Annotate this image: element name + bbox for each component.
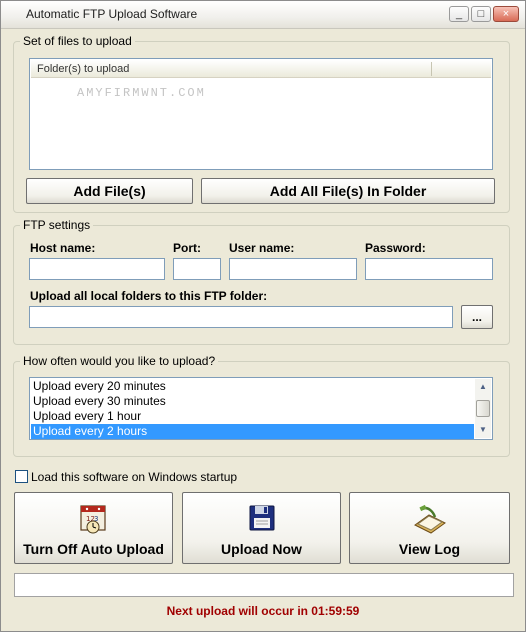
turn-off-auto-upload-button[interactable]: 12 3 Turn Off Auto Upload	[14, 492, 173, 564]
user-name-input[interactable]	[229, 258, 357, 280]
ftp-folder-input[interactable]	[29, 306, 453, 328]
port-label: Port:	[173, 241, 201, 255]
files-group-legend: Set of files to upload	[20, 34, 135, 48]
upload-now-label: Upload Now	[221, 541, 302, 557]
ftp-settings-legend: FTP settings	[20, 218, 94, 232]
frequency-legend: How often would you like to upload?	[20, 354, 219, 368]
window-title: Automatic FTP Upload Software	[26, 7, 198, 21]
listview-header: Folder(s) to upload	[31, 60, 491, 78]
minimize-icon: _	[455, 8, 463, 20]
password-input[interactable]	[365, 258, 493, 280]
user-name-label: User name:	[229, 241, 295, 255]
add-files-button[interactable]: Add File(s)	[26, 178, 193, 204]
calendar-clock-icon: 12 3	[79, 505, 106, 534]
frequency-option[interactable]: Upload every 20 minutes	[31, 379, 474, 394]
next-upload-status: Next upload will occur in 01:59:59	[166, 604, 360, 618]
add-all-files-button[interactable]: Add All File(s) In Folder	[201, 178, 495, 204]
startup-label[interactable]: Load this software on Windows startup	[31, 470, 237, 484]
browse-button[interactable]: ...	[461, 305, 493, 329]
listbox-scrollbar[interactable]: ▲ ▼	[475, 379, 491, 438]
maximize-icon: □	[477, 8, 485, 20]
frequency-option[interactable]: Upload every 30 minutes	[31, 394, 474, 409]
column-separator[interactable]	[431, 62, 432, 76]
column-header-folders[interactable]: Folder(s) to upload	[31, 60, 431, 78]
close-icon: ×	[502, 8, 510, 20]
scroll-up-icon[interactable]: ▲	[475, 379, 491, 395]
turn-off-label: Turn Off Auto Upload	[23, 541, 164, 557]
title-bar[interactable]: Automatic FTP Upload Software _ □ ×	[1, 1, 525, 29]
port-input[interactable]	[173, 258, 221, 280]
watermark: AMYFIRMWNT.COM	[77, 86, 206, 100]
scroll-down-icon[interactable]: ▼	[475, 422, 491, 438]
host-name-input[interactable]	[29, 258, 165, 280]
startup-checkbox[interactable]	[15, 470, 28, 483]
app-window: Automatic FTP Upload Software _ □ × Set …	[0, 0, 526, 632]
window-controls: _ □ ×	[449, 6, 519, 22]
frequency-options: Upload every 20 minutes Upload every 30 …	[31, 379, 474, 439]
close-button[interactable]: ×	[493, 6, 519, 22]
scroll-thumb[interactable]	[476, 400, 490, 417]
minimize-button[interactable]: _	[449, 6, 469, 22]
frequency-listbox[interactable]: Upload every 20 minutes Upload every 30 …	[29, 377, 493, 440]
upload-now-button[interactable]: Upload Now	[182, 492, 341, 564]
view-log-label: View Log	[398, 541, 461, 557]
log-book-icon	[413, 504, 446, 534]
ftp-folder-label: Upload all local folders to this FTP fol…	[30, 289, 268, 303]
host-name-label: Host name:	[30, 241, 96, 255]
frequency-option[interactable]: Upload every 1 hour	[31, 409, 474, 424]
view-log-button[interactable]: View Log	[349, 492, 510, 564]
status-field	[14, 573, 514, 597]
folders-listview[interactable]: Folder(s) to upload	[29, 58, 493, 170]
password-label: Password:	[365, 241, 426, 255]
client-area: Set of files to upload Folder(s) to uplo…	[1, 29, 525, 631]
maximize-button[interactable]: □	[471, 6, 491, 22]
floppy-disk-icon	[249, 505, 274, 531]
frequency-option-selected[interactable]: Upload every 2 hours	[31, 424, 474, 439]
